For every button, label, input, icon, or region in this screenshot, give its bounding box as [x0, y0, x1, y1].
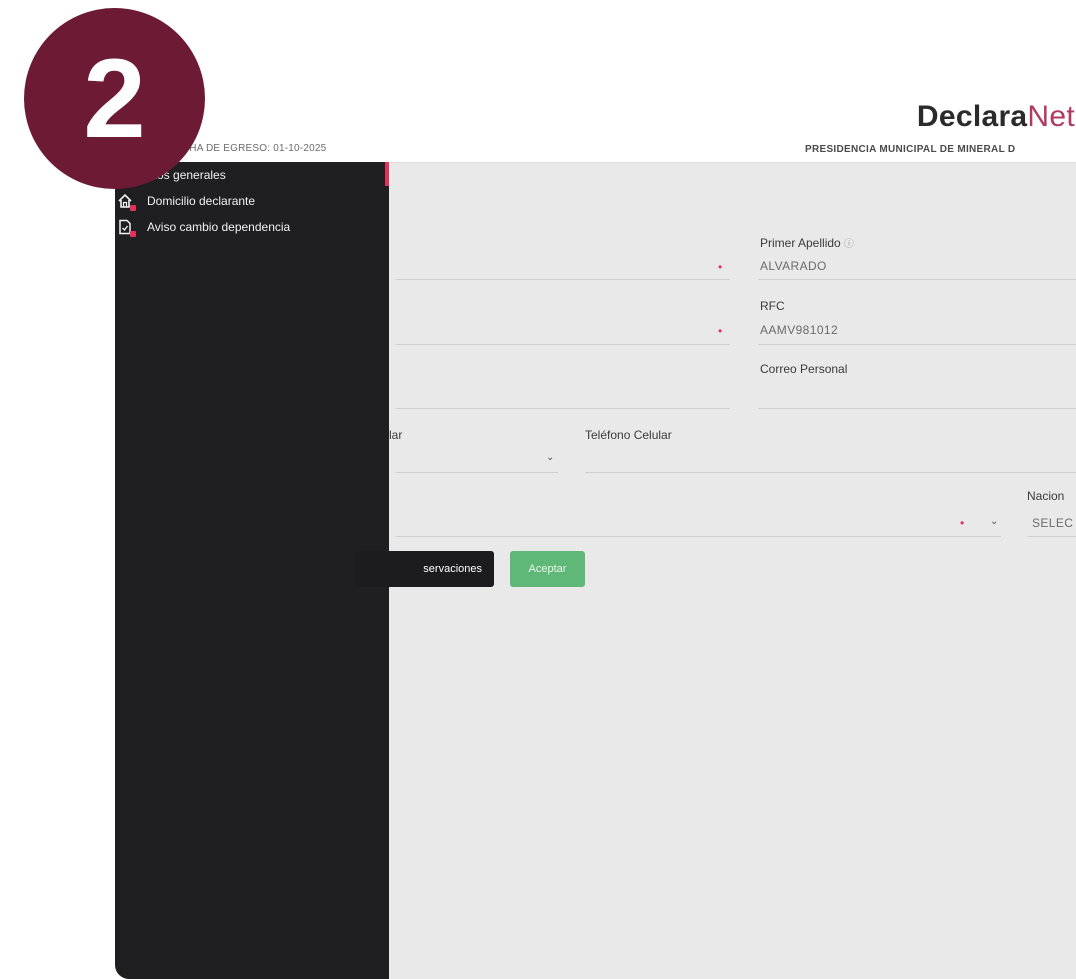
sidebar: atos generales Domicilio declarante Avis…	[115, 162, 389, 979]
required-marker: •	[960, 516, 965, 530]
info-icon: ⓘ	[844, 239, 855, 250]
primer-apellido-underline	[758, 279, 1076, 280]
field-underline	[395, 344, 730, 345]
app-window: DeclaraNet ECHA DE EGRESO: 01-10-2025 PR…	[115, 98, 1076, 979]
declaranet-logo: DeclaraNet	[916, 100, 1075, 133]
info-bar: ECHA DE EGRESO: 01-10-2025 PRESIDENCIA M…	[115, 135, 1076, 163]
rfc-value[interactable]: AAMV981012	[760, 323, 838, 337]
field-underline	[395, 279, 730, 280]
select-underline	[395, 472, 558, 473]
step-number-badge: 2	[24, 8, 205, 189]
sidebar-item-aviso[interactable]: Aviso cambio dependencia	[117, 217, 290, 237]
sidebar-item-label: Domicilio declarante	[147, 194, 256, 208]
primer-apellido-label: Primer Apellido ⓘ	[760, 236, 855, 250]
nacionalidad-select[interactable]: SELEC	[1032, 516, 1073, 530]
celular-partial-label: lar	[389, 428, 403, 442]
chevron-down-icon[interactable]: ⌄	[546, 452, 554, 463]
institution-name: PRESIDENCIA MUNICIPAL DE MINERAL D	[805, 144, 1016, 155]
chevron-down-icon[interactable]: ⌄	[990, 516, 998, 527]
egreso-date: ECHA DE EGRESO: 01-10-2025	[175, 143, 327, 154]
active-indicator	[385, 162, 389, 186]
top-header: DeclaraNet	[115, 98, 1076, 135]
required-marker: •	[718, 260, 723, 274]
nacionalidad-label: Nacion	[1027, 489, 1065, 503]
required-marker: •	[718, 324, 723, 338]
primer-apellido-value[interactable]: ALVARADO	[760, 259, 827, 273]
sidebar-item-label: Aviso cambio dependencia	[147, 220, 291, 234]
field-underline	[395, 408, 730, 409]
correo-personal-field[interactable]	[758, 408, 1076, 409]
home-icon	[117, 193, 136, 211]
aceptar-button[interactable]: Aceptar	[510, 551, 585, 587]
document-icon	[117, 219, 136, 237]
nacionalidad-underline	[1027, 536, 1076, 537]
select-underline	[395, 536, 1001, 537]
sidebar-item-domicilio[interactable]: Domicilio declarante	[117, 191, 255, 211]
telefono-celular-label: Teléfono Celular	[585, 428, 672, 442]
correo-personal-label: Correo Personal	[760, 362, 848, 376]
telefono-celular-field[interactable]	[585, 472, 1076, 473]
rfc-label: RFC	[760, 299, 785, 313]
rfc-underline	[758, 344, 1076, 345]
observaciones-button[interactable]: servaciones	[355, 551, 494, 587]
